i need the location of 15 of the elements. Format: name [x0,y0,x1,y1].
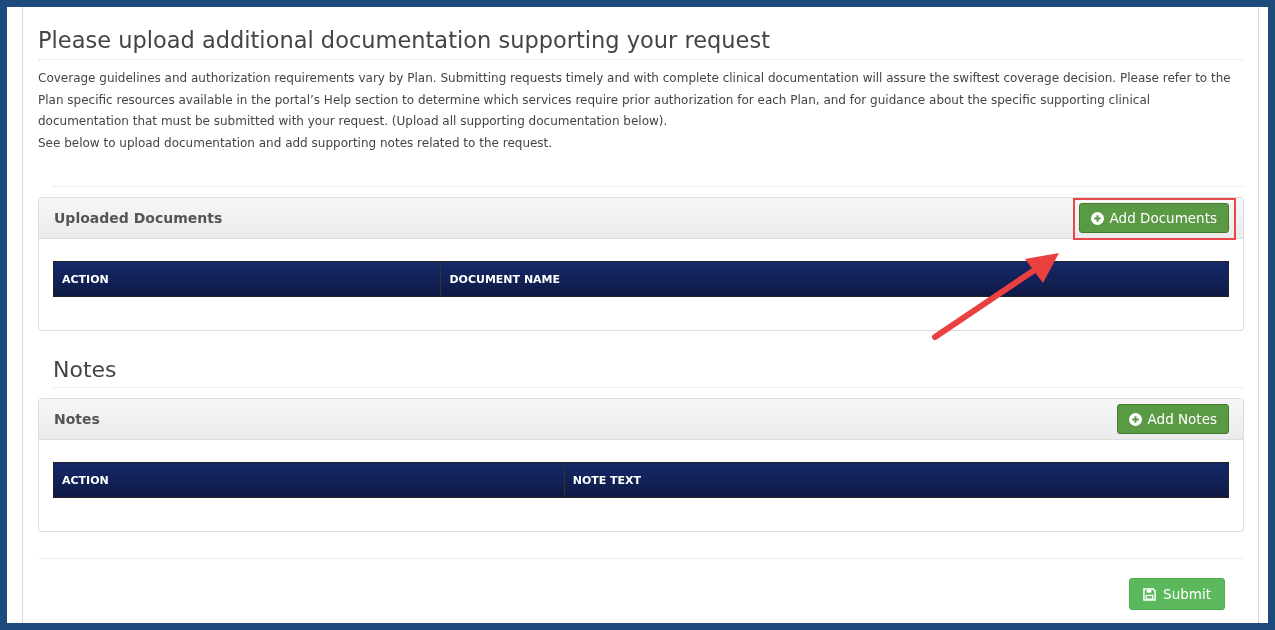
column-header: NOTE TEXT [572,473,642,487]
intro-text: See below to upload documentation and add supporting notes related to the request. [38,134,554,152]
column-header: DOCUMENT NAME [449,272,561,286]
panel-title: Uploaded Documents [54,210,223,226]
submit-button[interactable]: Submit [1129,578,1225,610]
add-button[interactable]: Add Documents [1078,203,1229,233]
plus-circle-icon [1128,412,1142,426]
intro-text: Coverage guidelines and authorization requirements vary by Plan. Submitting requests timely and with complete clinical documentation will assure the swiftest coverage decision. Please refer to the Plan specific resources available in the portal’s Help section to determine which services require prior authorization for each Plan, and for guidance about the specific supporting clinical documentation that must be submitted with your request. (Upload all supporting documentation below). [38,70,1232,130]
panel-title: Notes [54,411,100,427]
column-header: ACTION [62,473,109,487]
page-title: Please upload additional documentation supporting your request [38,27,1244,60]
column-header: ACTION [62,272,109,286]
add-button[interactable]: Add Notes [1116,404,1229,434]
plus-circle-icon [1090,211,1104,225]
section-heading: Notes [53,357,118,384]
